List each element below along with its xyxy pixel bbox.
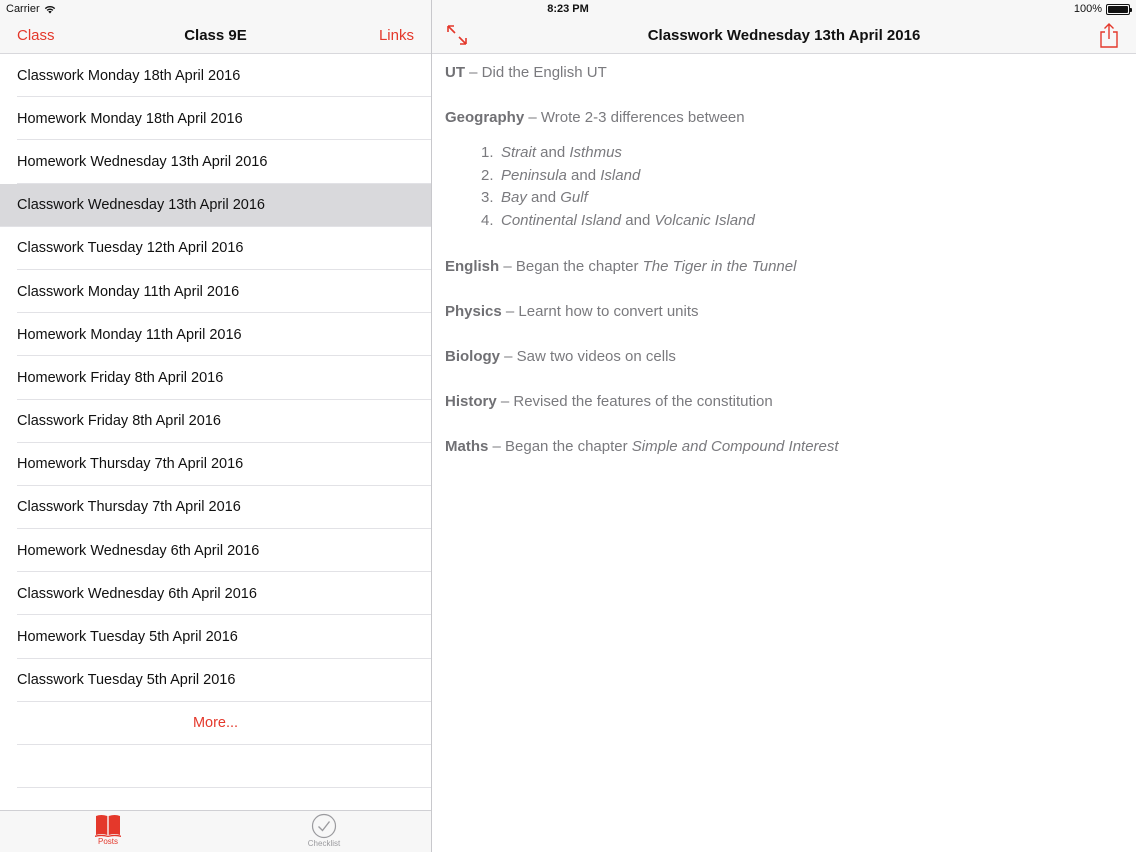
entry-biology: Biology – Saw two videos on cells: [445, 347, 1123, 367]
entry-text: – Saw two videos on cells: [500, 348, 676, 365]
list-number: 1.: [481, 144, 494, 161]
book-icon: [95, 815, 121, 837]
term: Peninsula: [501, 166, 567, 184]
battery-icon: [1106, 3, 1132, 15]
detail-pane: Classwork Wednesday 13th April 2016 UT –…: [432, 18, 1136, 852]
list-item[interactable]: Homework Monday 11th April 2016: [0, 313, 431, 357]
detail-title: Classwork Wednesday 13th April 2016: [647, 27, 921, 44]
list-item: 1. Strait and Isthmus: [445, 142, 1123, 165]
list-item-selected[interactable]: Classwork Wednesday 13th April 2016: [0, 183, 431, 227]
list-number: 2.: [481, 166, 494, 184]
entry-maths: Maths – Began the chapter Simple and Com…: [445, 437, 1123, 457]
list-item: 3. Bay and Gulf: [445, 187, 1123, 210]
list-number: 3.: [481, 189, 494, 206]
entry-history: History – Revised the features of the co…: [445, 392, 1123, 412]
subject-label: Physics: [445, 303, 502, 320]
term: Gulf: [560, 189, 588, 206]
status-time: 8:23 PM: [547, 3, 589, 15]
conjunction: and: [566, 166, 601, 184]
entry-ut: UT – Did the English UT: [445, 63, 1123, 83]
entry-text: – Began the chapter: [488, 438, 632, 455]
list-item[interactable]: Classwork Tuesday 12th April 2016: [0, 227, 431, 271]
master-pane: Class Class 9E Links Classwork Monday 18…: [0, 18, 431, 852]
list-item[interactable]: Homework Wednesday 13th April 2016: [0, 140, 431, 184]
entry-text: – Wrote 2-3 differences between: [524, 109, 745, 126]
detail-nav-bar: Classwork Wednesday 13th April 2016: [432, 18, 1136, 54]
list-item[interactable]: Classwork Wednesday 6th April 2016: [0, 572, 431, 616]
entry-geography: Geography – Wrote 2-3 differences betwee…: [445, 108, 1123, 128]
chapter-title: The Tiger in the Tunnel: [642, 258, 797, 275]
empty-row: [0, 745, 431, 788]
subject-label: Geography: [445, 109, 525, 126]
list-number: 4.: [481, 211, 494, 229]
subject-label: English: [445, 258, 500, 275]
list-item[interactable]: Classwork Tuesday 5th April 2016: [0, 659, 431, 703]
subject-label: History: [445, 393, 497, 410]
tab-checklist-label: Checklist: [307, 839, 341, 848]
more-button[interactable]: More...: [0, 702, 431, 745]
tab-bar: Posts Checklist: [0, 810, 431, 852]
battery-indicator: 100%: [1073, 3, 1132, 15]
list-item[interactable]: Homework Thursday 7th April 2016: [0, 443, 431, 487]
links-button[interactable]: Links: [379, 27, 414, 44]
list-item[interactable]: Classwork Friday 8th April 2016: [0, 400, 431, 443]
posts-list: Classwork Monday 18th April 2016 Homewor…: [0, 54, 431, 703]
list-item[interactable]: Homework Tuesday 5th April 2016: [0, 615, 431, 659]
term: Volcanic Island: [654, 211, 755, 229]
geography-list: 1. Strait and Isthmus 2. Peninsula and Isl…: [445, 142, 1123, 232]
entry-text: – Began the chapter: [499, 258, 643, 275]
term: Island: [600, 166, 641, 184]
share-icon[interactable]: [1098, 22, 1120, 48]
tab-posts-label: Posts: [97, 837, 118, 846]
list-item: 2. Peninsula and Island: [445, 165, 1123, 188]
list-item: 4. Continental Island and Volcanic Island: [445, 210, 1123, 233]
term: Strait: [501, 144, 537, 161]
chapter-title: Simple and Compound Interest: [631, 438, 839, 455]
term: Isthmus: [569, 144, 622, 161]
entry-text: – Did the English UT: [465, 64, 607, 81]
conjunction: and: [536, 144, 570, 161]
subject-label: Maths: [445, 438, 489, 455]
list-item[interactable]: Homework Monday 18th April 2016: [0, 97, 431, 141]
entry-physics: Physics – Learnt how to convert units: [445, 302, 1123, 322]
checkmark-circle-icon: [311, 813, 337, 839]
post-content: UT – Did the English UT Geography – Wrot…: [432, 54, 1136, 491]
entry-text: – Learnt how to convert units: [501, 303, 699, 320]
subject-label: UT: [445, 64, 465, 81]
term: Continental Island: [501, 211, 622, 229]
master-nav-bar: Class Class 9E Links: [0, 18, 431, 54]
tab-posts[interactable]: Posts: [63, 813, 153, 846]
entry-text: – Revised the features of the constituti…: [496, 393, 773, 410]
conjunction: and: [621, 211, 655, 229]
list-item[interactable]: Classwork Thursday 7th April 2016: [0, 486, 431, 530]
subject-label: Biology: [445, 348, 500, 365]
list-item[interactable]: Homework Wednesday 6th April 2016: [0, 529, 431, 573]
tab-checklist[interactable]: Checklist: [279, 813, 369, 848]
conjunction: and: [526, 189, 561, 206]
term: Bay: [501, 189, 527, 206]
master-title: Class 9E: [184, 27, 247, 44]
entry-english: English – Began the chapter The Tiger in…: [445, 257, 1123, 277]
battery-percent: 100%: [1073, 3, 1102, 15]
list-item[interactable]: Classwork Monday 18th April 2016: [0, 54, 431, 98]
list-item[interactable]: Classwork Monday 11th April 2016: [0, 270, 431, 314]
list-item[interactable]: Homework Friday 8th April 2016: [0, 356, 431, 400]
status-bar: Carrier 8:23 PM 100%: [0, 0, 1136, 18]
